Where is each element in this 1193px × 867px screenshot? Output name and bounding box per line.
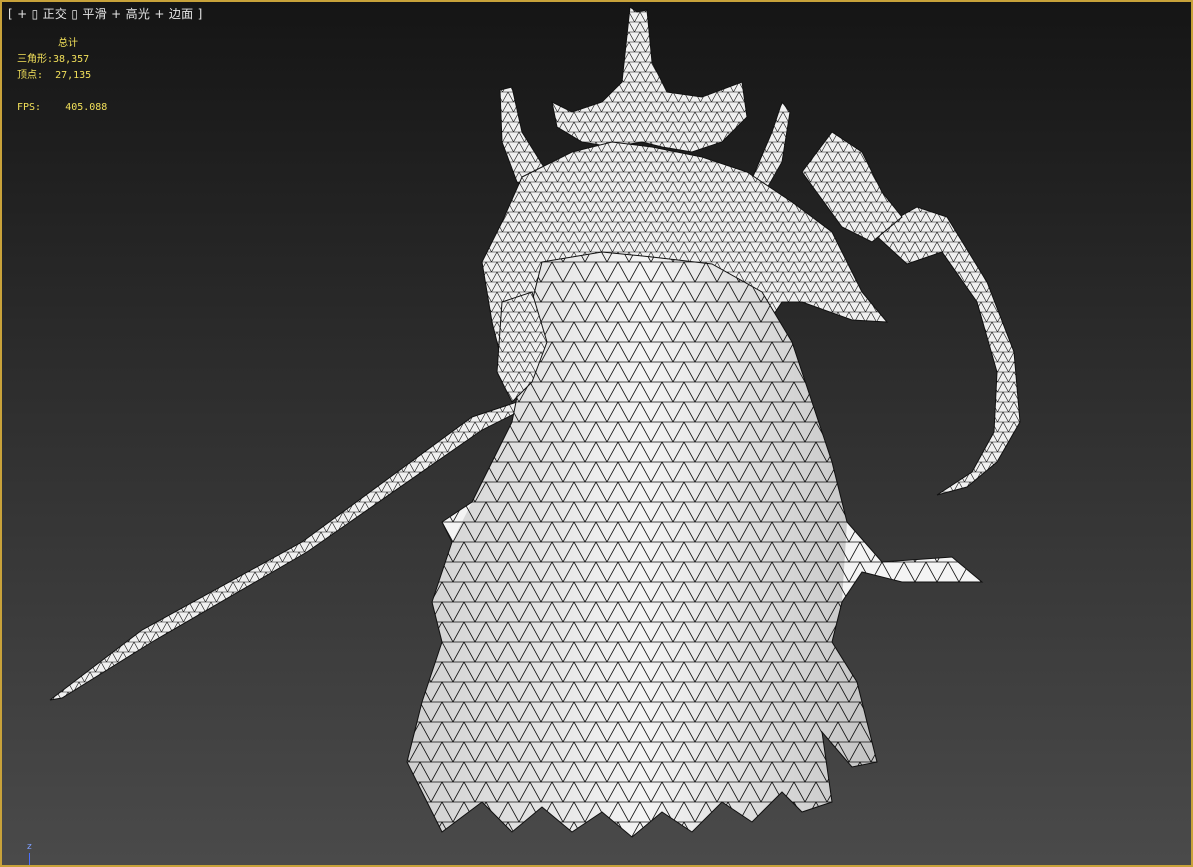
fps-value: 405.088 (65, 102, 108, 113)
vertices-label: 顶点: (17, 70, 44, 81)
viewport-plus-3: + (154, 7, 165, 21)
statistics-panel: 总计 三角形:38,357 顶点: 27,135 FPS: 405.088 (17, 36, 107, 116)
stats-title: 总计 (58, 38, 78, 49)
stats-spacer (17, 84, 107, 100)
triangles-label: 三角形: (17, 54, 54, 65)
viewport-menu-plus[interactable]: + (17, 7, 27, 21)
viewport-shading-mode[interactable]: 平滑 (82, 7, 107, 21)
robe-mesh (406, 251, 984, 838)
viewport-plus-2: + (111, 7, 122, 21)
axis-gizmo: z (20, 842, 50, 865)
fps-label: FPS: (17, 102, 42, 113)
triangles-value: 38,357 (53, 54, 90, 65)
axis-z-line (29, 853, 30, 865)
stats-vertices-row: 顶点: 27,135 (17, 68, 107, 84)
viewport-edges-mode[interactable]: 边面 (169, 7, 194, 21)
stats-fps-row: FPS: 405.088 (17, 100, 107, 116)
viewport-highlight-mode[interactable]: 高光 (126, 7, 151, 21)
viewport-box-icon-2: ▯ (71, 7, 79, 21)
viewport-label-close: ] (197, 7, 203, 21)
wireframe-model[interactable] (2, 2, 1193, 867)
axis-z-label: z (27, 842, 32, 852)
3d-viewport[interactable]: [ + ▯ 正交 ▯ 平滑 + 高光 + 边面 ] 总计 三角形:38,357 … (0, 0, 1193, 867)
vertices-value: 27,135 (55, 70, 92, 81)
stats-triangles-row: 三角形:38,357 (17, 52, 107, 68)
viewport-view-mode[interactable]: 正交 (43, 7, 68, 21)
viewport-box-icon: ▯ (31, 7, 39, 21)
viewport-label-open: [ (8, 7, 13, 21)
viewport-label[interactable]: [ + ▯ 正交 ▯ 平滑 + 高光 + 边面 ] (8, 5, 203, 22)
